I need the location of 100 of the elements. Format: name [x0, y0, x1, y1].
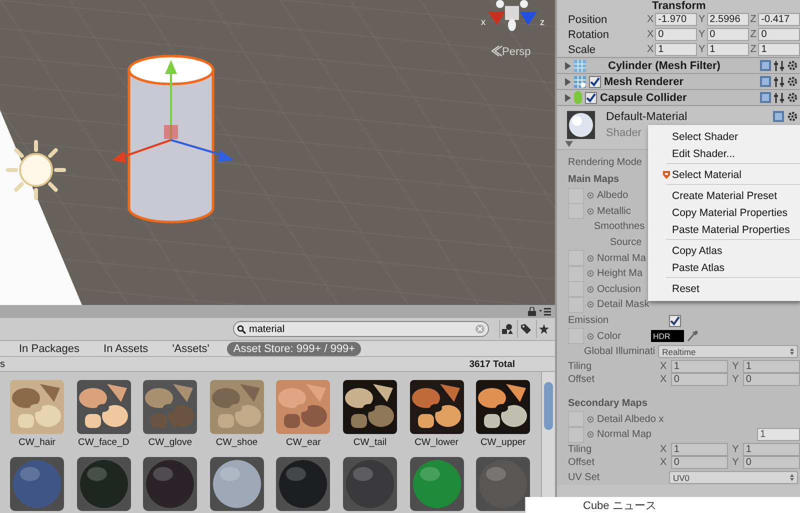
checkbox[interactable] [589, 76, 601, 88]
property-label: Offset [568, 374, 596, 386]
property-label: Position [568, 14, 608, 26]
number-field[interactable]: 1 [757, 428, 800, 442]
material-sphere-icon[interactable] [210, 457, 264, 511]
number-field[interactable]: 2.5996 [706, 13, 748, 26]
menu-item[interactable]: Copy Atlas [648, 242, 800, 259]
menu-icon[interactable] [539, 308, 551, 316]
picker-icon[interactable] [587, 270, 594, 278]
settings-icon[interactable] [787, 76, 798, 87]
settings-icon[interactable] [787, 111, 798, 122]
number-field[interactable]: 0 [655, 28, 697, 41]
menu-item[interactable]: Reset [648, 280, 800, 297]
property-label: Occlusion [597, 284, 641, 295]
number-field[interactable]: 1 [758, 43, 800, 56]
clear-icon[interactable] [475, 324, 485, 334]
property-label: Normal Ma [597, 252, 646, 264]
menu-item[interactable]: Select Shader [648, 128, 800, 145]
property-label: UV Set [568, 472, 601, 484]
axis-label: X [659, 444, 668, 455]
checkbox[interactable] [585, 92, 597, 104]
number-field[interactable]: 1 [742, 360, 800, 373]
axis-label: X [646, 29, 655, 40]
material-name: Default-Material [606, 111, 688, 123]
menu-item[interactable]: Edit Shader... [648, 145, 800, 162]
material-sphere-icon [567, 111, 595, 139]
shapes-icon [502, 324, 514, 334]
menu-item[interactable]: Paste Material Properties [648, 221, 800, 238]
back-icon[interactable] [490, 45, 503, 57]
asset-name: CW_lower [414, 436, 458, 449]
filter-label-button[interactable] [517, 320, 534, 338]
property-label: Albedo [597, 190, 628, 202]
property-label: Global Illuminati [583, 346, 656, 358]
number-field[interactable]: 1 [655, 43, 697, 56]
scrollbar-thumb[interactable] [544, 382, 553, 430]
number-field[interactable]: -0.417 [758, 13, 800, 26]
number-field[interactable]: 0 [758, 28, 800, 41]
property-label: Tiling [568, 360, 593, 372]
picker-icon[interactable] [587, 254, 594, 262]
breadcrumb: s [0, 358, 5, 370]
axis-label: z [540, 17, 544, 27]
chevron-icon [790, 348, 794, 356]
dropdown[interactable]: UV0 [669, 471, 798, 484]
material-sphere-icon[interactable] [476, 457, 530, 511]
filter-type-button[interactable] [499, 320, 516, 338]
number-field[interactable]: 0 [742, 456, 800, 470]
axis-label: X [659, 360, 668, 372]
menu-item[interactable]: Copy Material Properties [648, 204, 800, 221]
number-field[interactable]: 0 [706, 28, 748, 41]
axis-label: x [481, 17, 486, 27]
sliders-icon[interactable] [774, 76, 784, 86]
axis-label: Y [731, 444, 740, 455]
lock-icon[interactable] [528, 307, 536, 316]
sliders-icon[interactable] [774, 92, 784, 102]
number-field[interactable]: 1 [706, 43, 748, 56]
number-field[interactable]: 0 [742, 373, 800, 386]
axis-label: Y [697, 14, 706, 25]
asset-name: CW_shoe [216, 436, 258, 449]
foldout-arrow-icon[interactable] [565, 141, 573, 147]
sliders-icon[interactable] [774, 60, 784, 70]
picker-icon[interactable] [587, 431, 594, 438]
eyedropper-icon[interactable] [687, 330, 698, 342]
view-label[interactable]: Persp [502, 46, 531, 58]
property-label: Color [597, 330, 622, 342]
number-field[interactable]: 1 [742, 442, 800, 456]
picker-icon[interactable] [587, 208, 594, 215]
menu-item[interactable]: Paste Atlas [648, 259, 800, 276]
asset-name: CW_tail [353, 436, 387, 449]
component-title: Capsule Collider [600, 92, 687, 104]
property-label: Offset [568, 457, 596, 468]
filter-tab[interactable]: In Assets [98, 342, 154, 356]
picker-icon[interactable] [587, 192, 594, 200]
axis-label: Z [749, 14, 758, 25]
menu-item[interactable]: Create Material Preset [648, 187, 800, 204]
dropdown[interactable]: Realtime [658, 345, 798, 358]
checkbox[interactable] [669, 314, 681, 327]
picker-icon[interactable] [587, 416, 594, 423]
number-field[interactable]: 0 [670, 373, 728, 386]
number-field[interactable]: 1 [670, 442, 728, 456]
property-label: Detail Albedo x [597, 414, 664, 425]
property-label: Detail Mask [597, 299, 650, 310]
axis-label: Y [731, 360, 740, 372]
favorite-button[interactable] [536, 320, 552, 338]
picker-icon[interactable] [587, 286, 594, 293]
number-field[interactable]: 1 [670, 360, 728, 373]
section-title: Secondary Maps [568, 398, 648, 409]
number-field[interactable]: -1.970 [655, 13, 697, 26]
filter-tab[interactable]: Asset Store: 999+ / 999+ [227, 342, 362, 356]
filter-tab[interactable]: In Packages [13, 342, 86, 356]
number-field[interactable]: 0 [670, 456, 728, 470]
settings-icon[interactable] [787, 60, 798, 71]
color-swatch[interactable]: HDR [651, 330, 684, 342]
settings-icon[interactable] [787, 92, 798, 103]
filter-tab[interactable]: 'Assets' [166, 342, 216, 356]
chevron-icon [790, 474, 794, 482]
menu-item[interactable]: Select Material [648, 166, 800, 183]
search-field[interactable]: material [233, 321, 489, 337]
picker-icon[interactable] [587, 301, 594, 308]
capsule-icon [574, 91, 582, 104]
picker-icon[interactable] [587, 332, 594, 340]
